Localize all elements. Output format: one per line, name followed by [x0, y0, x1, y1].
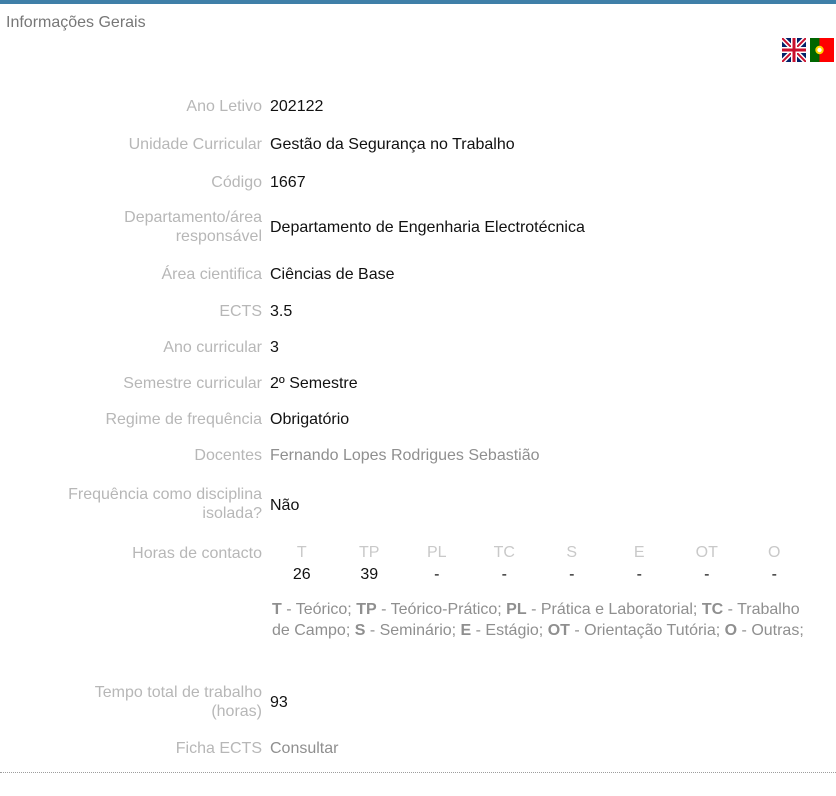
legend-text-pl: - Prática e Laboratorial; — [526, 601, 702, 618]
legend-abbr-ot: OT — [547, 622, 570, 639]
hours-value-tc: - — [501, 566, 507, 583]
hours-value-o: - — [771, 566, 777, 583]
label-regime: Regime de frequência — [105, 411, 262, 428]
hours-header-tp: TP — [359, 544, 380, 561]
label-ects: ECTS — [219, 303, 262, 320]
legend-abbr-t: T — [272, 601, 282, 618]
hours-value-ot: - — [704, 566, 710, 583]
hours-header-e: E — [633, 544, 645, 561]
section-title: Informações Gerais — [6, 14, 146, 31]
hours-header-pl: PL — [426, 544, 447, 561]
label-tempo-line1: Tempo total de trabalho — [94, 684, 262, 701]
portugal-flag-icon[interactable] — [810, 38, 834, 62]
label-frequencia-isolada: Frequência como disciplina isolada? — [68, 485, 262, 523]
hours-header-s: S — [566, 544, 578, 561]
top-accent-bar — [0, 0, 836, 4]
hours-header-t: T — [296, 544, 307, 561]
label-semestre: Semestre curricular — [123, 375, 262, 392]
label-horas-contacto: Horas de contacto — [132, 545, 262, 562]
legend-text-o: - Outras; — [737, 622, 804, 639]
legend-abbr-o: O — [724, 622, 738, 639]
label-departamento-line2: responsável — [175, 228, 262, 245]
value-frequencia-isolada: Não — [270, 497, 300, 514]
value-ects: 3.5 — [270, 303, 293, 320]
value-docentes: Fernando Lopes Rodrigues Sebastião — [270, 447, 540, 464]
hours-table: T TP PL TC S E OT O 26 39 - - - - - - — [268, 542, 808, 586]
value-ano-letivo: 202122 — [270, 98, 324, 115]
uk-flag-icon[interactable] — [782, 38, 806, 62]
value-regime: Obrigatório — [270, 411, 350, 428]
value-ano-curricular: 3 — [270, 339, 279, 356]
label-tempo-line2: (horas) — [211, 703, 262, 720]
label-codigo: Código — [211, 174, 262, 191]
legend-abbr-tp: TP — [356, 601, 377, 618]
value-area-cientifica: Ciências de Base — [270, 266, 395, 283]
label-unidade-curricular: Unidade Curricular — [128, 136, 262, 153]
hours-header-row: T TP PL TC S E OT O — [268, 542, 808, 564]
hours-value-pl: - — [434, 566, 440, 583]
legend-abbr-pl: PL — [506, 601, 527, 618]
value-tempo-total: 93 — [270, 694, 288, 711]
ficha-ects-link[interactable]: Consultar — [270, 739, 338, 758]
label-frequencia-line1: Frequência como disciplina — [68, 486, 262, 503]
legend-text-s: - Seminário; — [365, 622, 461, 639]
label-frequencia-line2: isolada? — [202, 505, 262, 522]
label-area-cientifica: Área cientifica — [161, 266, 263, 283]
legend-text-t: - Teórico; — [281, 601, 357, 618]
legend-abbr-e: E — [460, 622, 472, 639]
legend-text-tp: - Teórico-Prático; — [376, 601, 507, 618]
legend-abbr-tc: TC — [701, 601, 724, 618]
hours-header-o: O — [768, 544, 781, 561]
value-semestre: 2º Semestre — [270, 375, 358, 392]
hours-value-row: 26 39 - - - - - - — [268, 564, 808, 586]
label-ano-curricular: Ano curricular — [163, 339, 262, 356]
legend-text-ot: - Orientação Tutória; — [569, 622, 725, 639]
bottom-divider — [0, 772, 836, 773]
label-ficha-ects: Ficha ECTS — [175, 740, 262, 757]
value-codigo: 1667 — [270, 174, 306, 191]
label-docentes: Docentes — [194, 447, 262, 464]
hours-value-e: - — [636, 566, 642, 583]
language-switcher — [782, 38, 834, 62]
hours-value-t: 26 — [292, 566, 311, 583]
legend-abbr-s: S — [354, 622, 366, 639]
hours-value-tp: 39 — [360, 566, 379, 583]
label-ano-letivo: Ano Letivo — [186, 98, 262, 115]
label-tempo-total: Tempo total de trabalho (horas) — [95, 683, 262, 721]
value-departamento: Departamento de Engenharia Electrotécnic… — [270, 219, 585, 236]
label-departamento-line1: Departamento/área — [124, 209, 262, 226]
legend-text-e: - Estágio; — [471, 622, 548, 639]
value-unidade-curricular: Gestão da Segurança no Trabalho — [270, 136, 515, 153]
hours-header-ot: OT — [695, 544, 718, 561]
label-departamento: Departamento/área responsável — [124, 208, 262, 246]
hours-value-s: - — [569, 566, 575, 583]
hours-header-tc: TC — [493, 544, 515, 561]
hours-legend: T - Teórico; TP - Teórico-Prático; PL - … — [272, 599, 817, 641]
